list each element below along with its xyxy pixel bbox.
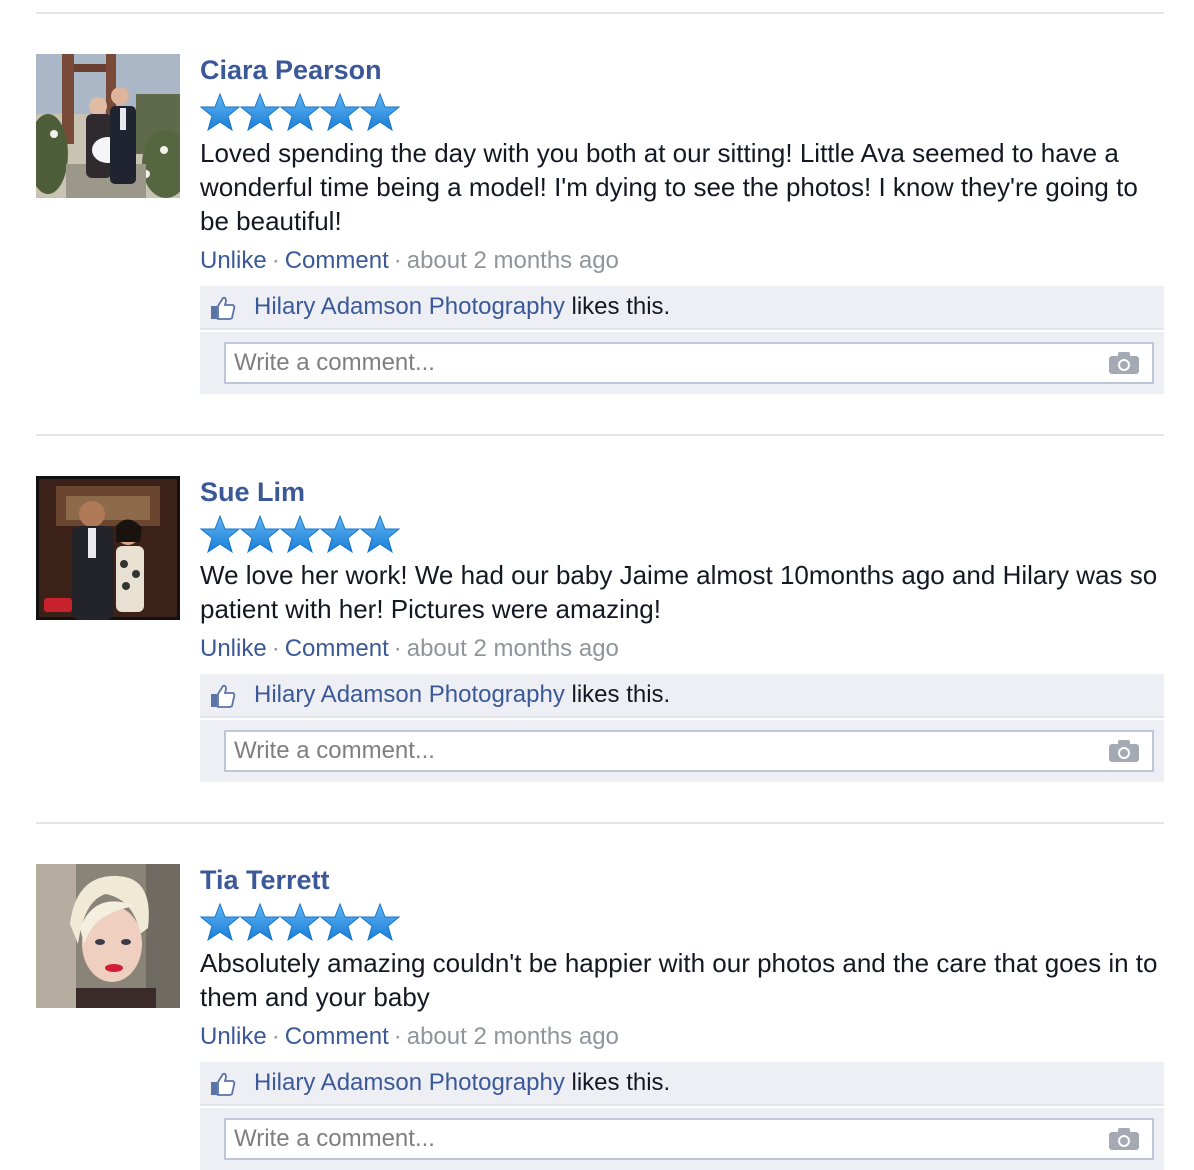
- unlike-link[interactable]: Unlike: [200, 247, 267, 274]
- review-actions: Unlike · Comment · about 2 months ago: [200, 1022, 619, 1052]
- likes-suffix: likes this.: [571, 1069, 671, 1096]
- likes-summary: Hilary Adamson Photography likes this.: [200, 1062, 1164, 1106]
- likes-suffix: likes this.: [571, 681, 671, 708]
- page-link[interactable]: Hilary Adamson Photography: [254, 293, 565, 320]
- comment-composer: [200, 332, 1164, 394]
- camera-icon[interactable]: [1108, 1127, 1140, 1151]
- comment-input[interactable]: [226, 1120, 1094, 1158]
- star-rating: [200, 902, 400, 942]
- reviewer-avatar[interactable]: [36, 864, 180, 1008]
- star-icon: [360, 92, 400, 132]
- review-divider: [36, 822, 1164, 824]
- star-icon: [240, 902, 280, 942]
- star-icon: [280, 92, 320, 132]
- review-actions: Unlike · Comment · about 2 months ago: [200, 246, 619, 276]
- thumbs-up-icon: [211, 684, 236, 708]
- unlike-link[interactable]: Unlike: [200, 635, 267, 662]
- reviewer-avatar[interactable]: [36, 54, 180, 198]
- reviewer-name[interactable]: Tia Terrett: [200, 864, 330, 896]
- likes-text: Hilary Adamson Photography likes this.: [254, 292, 670, 322]
- reviewer-name[interactable]: Sue Lim: [200, 476, 305, 508]
- reviewer-avatar[interactable]: [36, 476, 180, 620]
- top-divider: [36, 12, 1164, 14]
- review-timestamp[interactable]: about 2 months ago: [407, 247, 619, 274]
- separator-dot: ·: [393, 1023, 402, 1050]
- comment-link[interactable]: Comment: [285, 635, 389, 662]
- comment-field-wrapper: [224, 342, 1154, 384]
- reviewer-name[interactable]: Ciara Pearson: [200, 54, 382, 86]
- comment-input[interactable]: [226, 732, 1094, 770]
- star-icon: [320, 902, 360, 942]
- comment-link[interactable]: Comment: [285, 247, 389, 274]
- star-rating: [200, 92, 400, 132]
- separator-dot: ·: [271, 1023, 280, 1050]
- page-link[interactable]: Hilary Adamson Photography: [254, 681, 565, 708]
- separator-dot: ·: [271, 635, 280, 662]
- star-icon: [240, 514, 280, 554]
- star-icon: [320, 514, 360, 554]
- thumbs-up-icon: [211, 296, 236, 320]
- star-rating: [200, 514, 400, 554]
- separator-dot: ·: [393, 635, 402, 662]
- star-icon: [360, 514, 400, 554]
- star-icon: [200, 514, 240, 554]
- star-icon: [200, 92, 240, 132]
- unlike-link[interactable]: Unlike: [200, 1023, 267, 1050]
- separator-dot: ·: [271, 247, 280, 274]
- likes-text: Hilary Adamson Photography likes this.: [254, 1068, 670, 1098]
- comment-field-wrapper: [224, 730, 1154, 772]
- likes-text: Hilary Adamson Photography likes this.: [254, 680, 670, 710]
- review-text: We love her work! We had our baby Jaime …: [200, 560, 1158, 624]
- review-timestamp[interactable]: about 2 months ago: [407, 1023, 619, 1050]
- likes-summary: Hilary Adamson Photography likes this.: [200, 286, 1164, 330]
- review-text: Loved spending the day with you both at …: [200, 138, 1138, 236]
- page-link[interactable]: Hilary Adamson Photography: [254, 1069, 565, 1096]
- camera-icon[interactable]: [1108, 351, 1140, 375]
- likes-suffix: likes this.: [571, 293, 671, 320]
- review-timestamp[interactable]: about 2 months ago: [407, 635, 619, 662]
- comment-composer: [200, 720, 1164, 782]
- star-icon: [320, 92, 360, 132]
- star-icon: [360, 902, 400, 942]
- review-divider: [36, 434, 1164, 436]
- thumbs-up-icon: [211, 1072, 236, 1096]
- star-icon: [200, 902, 240, 942]
- likes-summary: Hilary Adamson Photography likes this.: [200, 674, 1164, 718]
- comment-input[interactable]: [226, 344, 1094, 382]
- camera-icon[interactable]: [1108, 739, 1140, 763]
- review-text: Absolutely amazing couldn't be happier w…: [200, 948, 1158, 1012]
- star-icon: [280, 902, 320, 942]
- separator-dot: ·: [393, 247, 402, 274]
- comment-field-wrapper: [224, 1118, 1154, 1160]
- comment-link[interactable]: Comment: [285, 1023, 389, 1050]
- comment-composer: [200, 1108, 1164, 1170]
- review-actions: Unlike · Comment · about 2 months ago: [200, 634, 619, 664]
- star-icon: [280, 514, 320, 554]
- star-icon: [240, 92, 280, 132]
